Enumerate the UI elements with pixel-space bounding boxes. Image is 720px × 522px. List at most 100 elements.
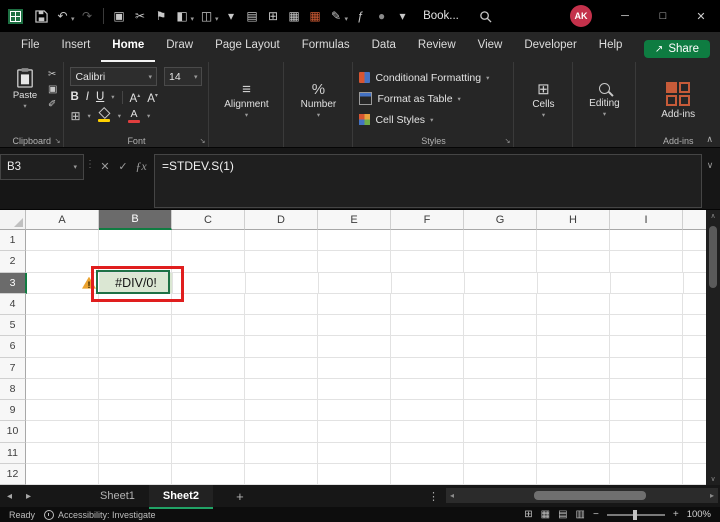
- cell-C9[interactable]: [172, 400, 245, 422]
- cell-G6[interactable]: [464, 336, 537, 358]
- cell-F6[interactable]: [391, 336, 464, 358]
- cell-H10[interactable]: [537, 421, 610, 443]
- tab-review[interactable]: Review: [407, 33, 467, 62]
- column-header-A[interactable]: A: [26, 210, 99, 230]
- tab-data[interactable]: Data: [361, 33, 407, 62]
- view-page-break-icon[interactable]: ▥: [576, 509, 585, 520]
- cell-G8[interactable]: [464, 378, 537, 400]
- cell-H8[interactable]: [537, 378, 610, 400]
- cell-E12[interactable]: [318, 463, 391, 485]
- pen-icon-caret[interactable]: ▾: [345, 15, 349, 23]
- cell-H11[interactable]: [537, 442, 610, 464]
- cell-D1[interactable]: [245, 230, 318, 252]
- cell-F5[interactable]: [391, 315, 464, 337]
- enter-entry-button[interactable]: ✓: [114, 154, 132, 178]
- cell-H5[interactable]: [537, 315, 610, 337]
- cell-B3[interactable]: #DIV/0!: [100, 272, 173, 294]
- cell-I8[interactable]: [610, 378, 683, 400]
- cell-D4[interactable]: [245, 293, 318, 315]
- cell-A10[interactable]: [26, 421, 99, 443]
- cell-C3[interactable]: [173, 272, 246, 294]
- function-icon[interactable]: ƒ: [350, 5, 371, 27]
- row-header-4[interactable]: 4: [0, 293, 26, 315]
- fill-color-icon-caret[interactable]: ▾: [191, 15, 195, 23]
- view-normal-icon[interactable]: ▦: [541, 509, 550, 520]
- cell-A9[interactable]: [26, 400, 99, 422]
- cell-A7[interactable]: [26, 357, 99, 379]
- column-header-B[interactable]: B: [99, 210, 172, 230]
- cell-A3[interactable]: [27, 272, 100, 294]
- format-as-table-button[interactable]: Format as Table ▾: [359, 89, 507, 108]
- tab-help[interactable]: Help: [588, 33, 634, 62]
- font-color-button[interactable]: A: [128, 108, 141, 123]
- cells-group-button[interactable]: ⊞ Cells ▾: [514, 62, 574, 147]
- name-box[interactable]: B3 ▾: [0, 154, 84, 180]
- formula-input[interactable]: =STDEV.S(1): [154, 154, 702, 208]
- cell-H6[interactable]: [537, 336, 610, 358]
- cell-B7[interactable]: [99, 357, 172, 379]
- cell-F11[interactable]: [391, 442, 464, 464]
- tab-developer[interactable]: Developer: [513, 33, 587, 62]
- cell-C2[interactable]: [172, 251, 245, 273]
- cell-D9[interactable]: [245, 400, 318, 422]
- formula-bar-expand-icon[interactable]: ∨: [702, 154, 718, 209]
- row-header-8[interactable]: 8: [0, 378, 26, 400]
- alignment-group-button[interactable]: ≡ Alignment ▾: [209, 62, 285, 147]
- bold-button[interactable]: B: [70, 90, 78, 104]
- cell-G2[interactable]: [464, 251, 537, 273]
- cell-B6[interactable]: [99, 336, 172, 358]
- cell-B5[interactable]: [99, 315, 172, 337]
- cell-A1[interactable]: [26, 230, 99, 252]
- zoom-slider-thumb[interactable]: [632, 509, 637, 520]
- sheet-tab-sheet1[interactable]: Sheet1: [86, 485, 149, 509]
- borders-dropdown-icon[interactable]: ▾: [88, 112, 91, 120]
- cell-F4[interactable]: [391, 293, 464, 315]
- cell-E2[interactable]: [318, 251, 391, 273]
- row-header-11[interactable]: 11: [0, 442, 26, 464]
- paste-button[interactable]: Paste ▾: [6, 67, 44, 133]
- printer-icon[interactable]: ▤: [242, 5, 263, 27]
- row-header-2[interactable]: 2: [0, 251, 26, 273]
- row-header-6[interactable]: 6: [0, 336, 26, 358]
- cell-B11[interactable]: [99, 442, 172, 464]
- sheet-nav-left-icon[interactable]: ◂: [0, 491, 19, 502]
- cell-C6[interactable]: [172, 336, 245, 358]
- cell-A11[interactable]: [26, 442, 99, 464]
- column-header-D[interactable]: D: [245, 210, 318, 230]
- account-avatar[interactable]: AK: [570, 5, 592, 27]
- cell-D12[interactable]: [245, 463, 318, 485]
- cell-B12[interactable]: [99, 463, 172, 485]
- fill-color-dropdown-icon[interactable]: ▾: [118, 112, 121, 120]
- cell-C7[interactable]: [172, 357, 245, 379]
- cell-F3[interactable]: [392, 272, 465, 294]
- cell-A6[interactable]: [26, 336, 99, 358]
- cell-A5[interactable]: [26, 315, 99, 337]
- cell-I1[interactable]: [610, 230, 683, 252]
- cell-E6[interactable]: [318, 336, 391, 358]
- sheet-options-menu-icon[interactable]: ⋮: [428, 490, 439, 503]
- more-dropdown-icon[interactable]: ▾: [392, 5, 413, 27]
- row-header-5[interactable]: 5: [0, 315, 26, 337]
- cell-E3[interactable]: [319, 272, 392, 294]
- scroll-left-icon[interactable]: ◂: [450, 491, 454, 500]
- cell-C5[interactable]: [172, 315, 245, 337]
- cell-B2[interactable]: [99, 251, 172, 273]
- row-header-7[interactable]: 7: [0, 357, 26, 379]
- cancel-entry-button[interactable]: ✕: [96, 154, 114, 178]
- style-dropdown-icon[interactable]: ▾: [221, 5, 242, 27]
- cell-C12[interactable]: [172, 463, 245, 485]
- font-size-combobox[interactable]: 14 ▾: [163, 67, 203, 86]
- cell-G5[interactable]: [464, 315, 537, 337]
- styles-dialog-launcher-icon[interactable]: ↘: [505, 137, 511, 145]
- close-button[interactable]: ✕: [682, 0, 720, 32]
- cell-G11[interactable]: [464, 442, 537, 464]
- cell-G1[interactable]: [464, 230, 537, 252]
- vertical-scrollbar[interactable]: ∧ ∨: [706, 210, 720, 485]
- scroll-right-icon[interactable]: ▸: [710, 491, 714, 500]
- scroll-down-icon[interactable]: ∨: [710, 475, 715, 483]
- row-header-12[interactable]: 12: [0, 463, 26, 485]
- row-header-3[interactable]: 3: [0, 272, 27, 294]
- cell-F8[interactable]: [391, 378, 464, 400]
- cell-D11[interactable]: [245, 442, 318, 464]
- tab-insert[interactable]: Insert: [51, 33, 102, 62]
